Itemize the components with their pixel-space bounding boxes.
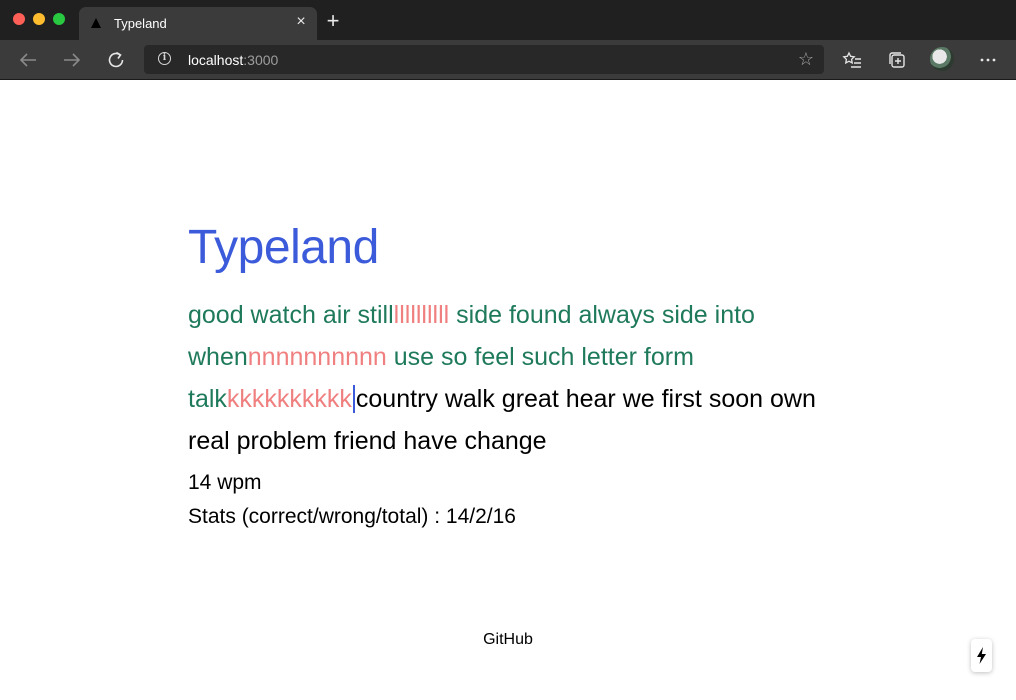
maximize-window-button[interactable] <box>53 13 65 25</box>
typed-correct-words: talk <box>188 385 227 413</box>
arrow-left-icon[interactable] <box>16 48 40 72</box>
page-title: Typeland <box>188 221 379 274</box>
arrow-right-icon[interactable] <box>60 48 84 72</box>
pending-words: country walk great hear we first soon <box>355 385 764 413</box>
favorites-list-icon[interactable] <box>840 48 864 72</box>
close-window-button[interactable] <box>13 13 25 25</box>
typed-extra-chars: kkkkkkkkkk <box>226 385 352 413</box>
typed-correct-words: side found always side into <box>456 301 755 329</box>
minimize-window-button[interactable] <box>33 13 45 25</box>
address-bar[interactable]: i localhost:3000 ☆ <box>144 45 824 74</box>
browser-window: Typeland × + i localhost:3000 ☆ Typeland… <box>0 0 1016 700</box>
more-icon[interactable] <box>976 48 1000 72</box>
tab-bar: Typeland × + <box>0 0 1016 40</box>
typed-correct-words: good watch air still <box>188 301 394 329</box>
stats-line: Stats (correct/wrong/total) : 14/2/16 <box>188 505 516 528</box>
tab-title: Typeland <box>114 16 167 31</box>
typed-correct-words: when <box>188 343 248 371</box>
new-tab-icon[interactable]: + <box>323 10 343 32</box>
url-port: :3000 <box>243 52 279 68</box>
github-link[interactable]: GitHub <box>0 631 1016 649</box>
tab-typeland[interactable]: Typeland × <box>79 7 317 40</box>
typed-extra-chars: llllllllll <box>393 301 450 329</box>
typed-correct-words: use so feel such letter form <box>393 343 694 371</box>
info-icon[interactable]: i <box>158 52 171 65</box>
wpm-counter: 14 wpm <box>188 471 262 494</box>
typing-area[interactable]: good watch air stillllllllllll side foun… <box>188 294 828 462</box>
browser-toolbar: i localhost:3000 ☆ <box>0 40 1016 80</box>
dev-indicator-button[interactable] <box>971 639 992 672</box>
collections-icon[interactable] <box>885 48 909 72</box>
avatar[interactable] <box>930 47 954 71</box>
close-tab-icon[interactable]: × <box>292 13 310 31</box>
reload-icon[interactable] <box>104 48 128 72</box>
triangle-favicon-icon <box>91 18 101 28</box>
url-text[interactable]: localhost:3000 <box>188 52 278 68</box>
url-host: localhost <box>188 52 244 68</box>
star-icon[interactable]: ☆ <box>798 48 814 70</box>
text-caret <box>352 385 355 413</box>
lightning-bolt-icon <box>977 647 986 664</box>
typed-extra-chars: nnnnnnnnnn <box>247 343 387 371</box>
